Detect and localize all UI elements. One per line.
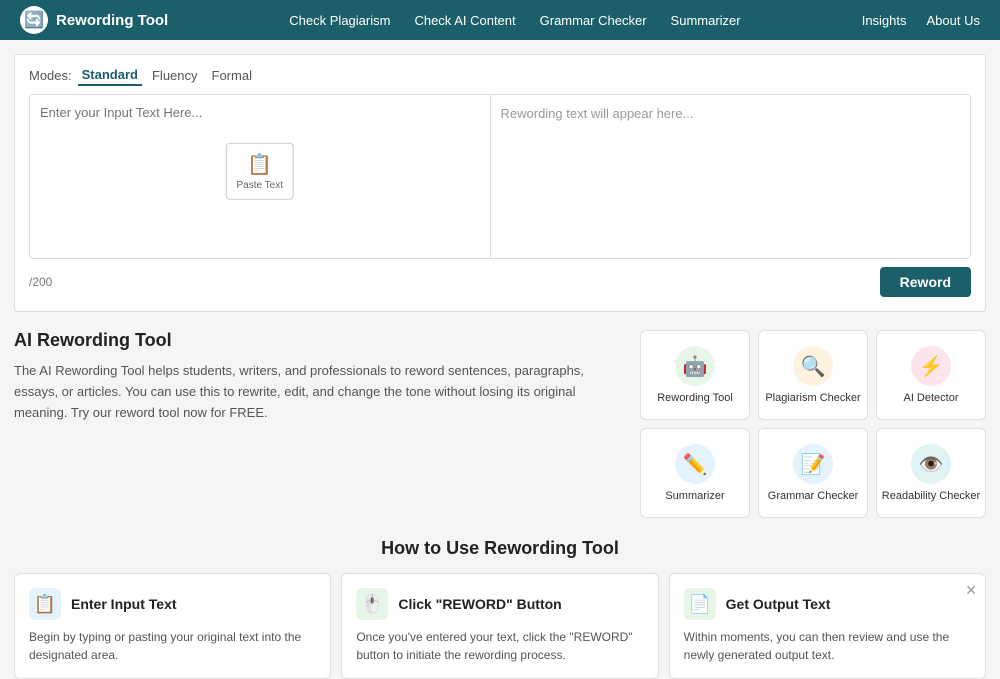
paste-label: Paste Text — [236, 179, 283, 190]
readability-checker-icon: 👁️ — [911, 444, 951, 484]
step-card-output: ✕ 📄 Get Output Text Within moments, you … — [669, 573, 986, 679]
rewording-tool-name: Rewording Tool — [657, 392, 733, 404]
tool-card-ai-detector[interactable]: ⚡ AI Detector — [876, 330, 986, 420]
step-enter-desc: Begin by typing or pasting your original… — [29, 628, 316, 664]
nav-summarizer[interactable]: Summarizer — [671, 13, 741, 28]
tool-card-plagiarism[interactable]: 🔍 Plagiarism Checker — [758, 330, 868, 420]
tool-card-summarizer[interactable]: ✏️ Summarizer — [640, 428, 750, 518]
tools-row-2: ✏️ Summarizer 📝 Grammar Checker 👁️ Reada… — [640, 428, 986, 518]
main-nav: Check Plagiarism Check AI Content Gramma… — [289, 13, 740, 28]
info-section: AI Rewording Tool The AI Rewording Tool … — [14, 330, 986, 518]
tools-row-1: 🤖 Rewording Tool 🔍 Plagiarism Checker ⚡ … — [640, 330, 986, 420]
how-to-title: How to Use Rewording Tool — [14, 538, 986, 559]
info-title: AI Rewording Tool — [14, 330, 610, 351]
grammar-checker-name: Grammar Checker — [768, 490, 858, 502]
mode-formal[interactable]: Formal — [208, 66, 256, 85]
step-enter-header: 📋 Enter Input Text — [29, 588, 316, 620]
step-output-icon: 📄 — [684, 588, 716, 620]
header-right-nav: Insights About Us — [862, 13, 980, 28]
summarizer-icon: ✏️ — [675, 444, 715, 484]
tool-card-readability[interactable]: 👁️ Readability Checker — [876, 428, 986, 518]
text-areas: 📋 Paste Text Rewording text will appear … — [29, 94, 971, 259]
step-enter-icon: 📋 — [29, 588, 61, 620]
tools-grid: 🤖 Rewording Tool 🔍 Plagiarism Checker ⚡ … — [640, 330, 986, 518]
char-count: /200 — [29, 275, 52, 289]
nav-grammar-checker[interactable]: Grammar Checker — [540, 13, 647, 28]
steps-row: 📋 Enter Input Text Begin by typing or pa… — [14, 573, 986, 679]
logo[interactable]: 🔄 Rewording Tool — [20, 6, 168, 34]
mode-standard[interactable]: Standard — [78, 65, 142, 86]
header: 🔄 Rewording Tool Check Plagiarism Check … — [0, 0, 1000, 40]
tool-card-grammar[interactable]: 📝 Grammar Checker — [758, 428, 868, 518]
input-area: 📋 Paste Text — [30, 95, 491, 258]
paste-icon: 📋 — [247, 151, 272, 176]
info-text: AI Rewording Tool The AI Rewording Tool … — [14, 330, 620, 518]
readability-checker-name: Readability Checker — [882, 490, 980, 502]
grammar-checker-icon: 📝 — [793, 444, 833, 484]
step-enter-title: Enter Input Text — [71, 596, 177, 612]
close-button[interactable]: ✕ — [965, 582, 977, 599]
step-click-header: 🖱️ Click "REWORD" Button — [356, 588, 643, 620]
modes-label: Modes: — [29, 68, 72, 83]
modes-row: Modes: Standard Fluency Formal — [29, 65, 971, 86]
nav-check-plagiarism[interactable]: Check Plagiarism — [289, 13, 390, 28]
info-desc: The AI Rewording Tool helps students, wr… — [14, 361, 610, 423]
how-to-section: How to Use Rewording Tool 📋 Enter Input … — [14, 538, 986, 679]
paste-button[interactable]: 📋 Paste Text — [225, 142, 294, 199]
step-output-header: 📄 Get Output Text — [684, 588, 971, 620]
step-output-title: Get Output Text — [726, 596, 831, 612]
reword-button[interactable]: Reword — [880, 267, 971, 297]
step-click-desc: Once you've entered your text, click the… — [356, 628, 643, 664]
nav-about-us[interactable]: About Us — [927, 13, 980, 28]
output-placeholder: Rewording text will appear here... — [501, 106, 694, 121]
step-click-title: Click "REWORD" Button — [398, 596, 561, 612]
logo-text: Rewording Tool — [56, 12, 168, 29]
ai-detector-icon: ⚡ — [911, 346, 951, 386]
logo-icon: 🔄 — [20, 6, 48, 34]
step-output-desc: Within moments, you can then review and … — [684, 628, 971, 664]
rewording-tool-icon: 🤖 — [675, 346, 715, 386]
mode-fluency[interactable]: Fluency — [148, 66, 202, 85]
bottom-row: /200 Reword — [29, 267, 971, 297]
step-card-enter: 📋 Enter Input Text Begin by typing or pa… — [14, 573, 331, 679]
step-click-icon: 🖱️ — [356, 588, 388, 620]
output-area: Rewording text will appear here... — [491, 95, 971, 258]
ai-detector-name: AI Detector — [903, 392, 958, 404]
nav-insights[interactable]: Insights — [862, 13, 907, 28]
tool-container: Modes: Standard Fluency Formal 📋 Paste T… — [14, 54, 986, 312]
plagiarism-checker-icon: 🔍 — [793, 346, 833, 386]
step-card-click: 🖱️ Click "REWORD" Button Once you've ent… — [341, 573, 658, 679]
tool-card-rewording[interactable]: 🤖 Rewording Tool — [640, 330, 750, 420]
plagiarism-checker-name: Plagiarism Checker — [765, 392, 860, 404]
nav-check-ai-content[interactable]: Check AI Content — [414, 13, 515, 28]
summarizer-name: Summarizer — [665, 490, 724, 502]
